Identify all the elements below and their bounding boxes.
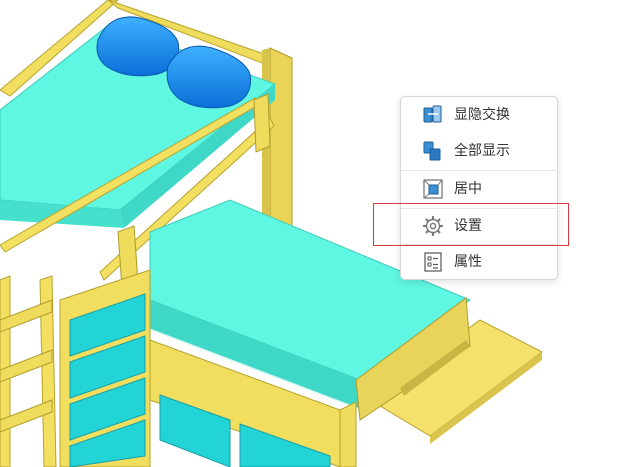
menu-item-settings[interactable]: 设置	[401, 208, 557, 244]
menu-item-show-hide-swap[interactable]: 显隐交换	[401, 97, 557, 133]
show-hide-swap-icon	[422, 104, 444, 126]
gear-icon	[422, 215, 444, 237]
properties-icon	[422, 251, 444, 273]
menu-item-label: 属性	[454, 254, 482, 270]
show-all-icon	[422, 140, 444, 162]
ladder	[0, 275, 57, 467]
stair-cabinet	[59, 269, 151, 467]
menu-item-label: 设置	[454, 218, 482, 234]
menu-item-label: 全部显示	[454, 143, 510, 159]
menu-item-show-all[interactable]: 全部显示	[401, 133, 557, 169]
context-menu: 显隐交换 全部显示 居中 设置 属性	[400, 96, 558, 280]
menu-item-label: 居中	[454, 181, 482, 197]
center-view-icon	[422, 178, 444, 200]
menu-item-label: 显隐交换	[454, 107, 510, 123]
menu-item-properties[interactable]: 属性	[401, 244, 557, 280]
menu-item-center[interactable]: 居中	[401, 171, 557, 207]
